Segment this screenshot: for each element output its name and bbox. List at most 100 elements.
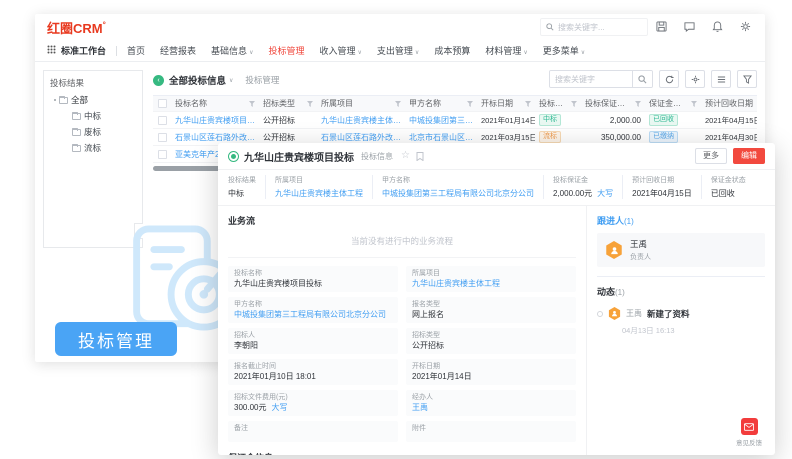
- col-header: 招标类型: [263, 98, 295, 109]
- tree-node-won[interactable]: 中标: [72, 110, 136, 122]
- filter-icon[interactable]: [249, 101, 255, 107]
- field-value: 2021年01月10日 18:01: [234, 371, 392, 382]
- row-checkbox[interactable]: [158, 133, 167, 142]
- tree-node-invalid[interactable]: 废标: [72, 126, 136, 138]
- nav-item-reports[interactable]: 经营报表: [160, 44, 196, 57]
- message-icon[interactable]: [683, 20, 695, 32]
- filter-icon[interactable]: [525, 101, 531, 107]
- tree-label: 全部: [71, 94, 88, 106]
- follower-card[interactable]: 王禹 负责人: [597, 233, 765, 267]
- tree-node-aborted[interactable]: 流标: [72, 142, 136, 154]
- nav-item-cost-budget[interactable]: 成本预算: [434, 44, 470, 57]
- project-link[interactable]: 九华山庄贵宾楼主体工程: [275, 188, 363, 199]
- col-header: 投标结果: [539, 98, 568, 109]
- filter-icon[interactable]: [395, 101, 401, 107]
- project-link[interactable]: 石景山区莲石路外改造工程: [321, 132, 401, 143]
- col-header: 甲方名称: [409, 98, 441, 109]
- bid-name-link[interactable]: 九华山庄贵宾楼项目投标: [175, 115, 255, 126]
- uppercase-link[interactable]: 大写: [271, 403, 287, 412]
- summary-strip: 投标结果 中标 所属项目 九华山庄贵宾楼主体工程 甲方名称 中城投集团第三工程局…: [218, 170, 775, 206]
- follower-name: 王禹: [630, 238, 651, 250]
- star-icon[interactable]: ☆: [401, 151, 410, 161]
- back-circle-icon[interactable]: ‹: [153, 75, 164, 86]
- gear-icon[interactable]: [739, 20, 751, 32]
- nav-item-more-menu[interactable]: 更多菜单∨: [543, 44, 585, 57]
- nav-label: 材料管理: [485, 46, 521, 56]
- workbench-label[interactable]: 标准工作台: [61, 44, 106, 57]
- party-link[interactable]: 中城投集团第三工程局有限公司北京分公司: [382, 188, 534, 199]
- filter-button[interactable]: [737, 70, 757, 88]
- nav-label: 更多菜单: [543, 46, 579, 56]
- row-checkbox[interactable]: [158, 150, 167, 159]
- uppercase-link[interactable]: 大写: [597, 189, 613, 198]
- summary-field: 投标结果 中标: [228, 175, 265, 199]
- field-value: 2,000.00元: [553, 189, 592, 198]
- feedback-widget[interactable]: 意见反馈: [736, 418, 762, 447]
- bid-name-link[interactable]: 石景山区莲石路外改造工程: [175, 132, 255, 143]
- field-value: 网上报名: [412, 309, 570, 320]
- filter-icon[interactable]: [635, 101, 641, 107]
- status-badge: 已回收: [649, 114, 678, 126]
- nav-item-home[interactable]: 首页: [127, 44, 145, 57]
- modal-header: 九华山庄贵宾楼项目投标 投标信息 ☆ 更多 编辑: [218, 143, 775, 170]
- folder-icon: [72, 145, 81, 152]
- nav-item-basic-info[interactable]: 基础信息∨: [211, 44, 253, 57]
- topbar: 红圈CRM°: [35, 14, 765, 40]
- refresh-button[interactable]: [659, 70, 679, 88]
- nav-item-expense[interactable]: 支出管理∨: [377, 44, 419, 57]
- activity-item: 王禹 新建了资料: [597, 307, 765, 320]
- table-row[interactable]: 九华山庄贵宾楼项目投标 公开招标 九华山庄贵宾楼主体工程 中城投集团第三工程局有…: [153, 112, 757, 129]
- filter-icon[interactable]: [307, 101, 313, 107]
- party-link[interactable]: 北京市石景山区住房和城...: [409, 132, 473, 143]
- filter-icon[interactable]: [691, 101, 697, 107]
- edit-button[interactable]: 编辑: [733, 148, 765, 164]
- chevron-down-icon: ∨: [523, 50, 527, 56]
- field-label: 附件: [412, 424, 570, 433]
- tree-node-all[interactable]: 全部: [54, 94, 136, 106]
- result-badge: 流标: [539, 131, 561, 143]
- field-label: 招标类型: [412, 331, 570, 340]
- global-search[interactable]: [540, 18, 648, 36]
- nav-item-income[interactable]: 收入管理∨: [319, 44, 361, 57]
- field-label: 招标文件费用(元): [234, 393, 392, 402]
- bookmark-icon[interactable]: [416, 152, 424, 161]
- search-icon[interactable]: [632, 71, 652, 87]
- more-button[interactable]: 更多: [695, 148, 727, 164]
- list-toolbar: ‹ 全部投标信息 ∨ 投标管理: [153, 69, 757, 91]
- nav-divider: [116, 46, 117, 56]
- party-link[interactable]: 中城投集团第三工程局有限公司北京分公司: [234, 309, 392, 320]
- chevron-down-icon: ∨: [229, 77, 233, 84]
- settings-button[interactable]: [685, 70, 705, 88]
- activity-title: 动态(1): [597, 285, 765, 298]
- row-checkbox[interactable]: [158, 116, 167, 125]
- bell-icon[interactable]: [711, 20, 723, 32]
- list-search[interactable]: [549, 70, 653, 88]
- field-tender-person: 招标人 李朝阳: [228, 328, 398, 354]
- list-search-input[interactable]: [550, 71, 632, 87]
- party-link[interactable]: 中城投集团第三工程局有...: [409, 115, 473, 126]
- field-value: 300.00元: [234, 403, 266, 412]
- view-selector[interactable]: 全部投标信息: [169, 73, 226, 87]
- field-label: 投标名称: [234, 269, 392, 278]
- apps-grid-icon[interactable]: [47, 45, 56, 56]
- field-value: 李朝阳: [234, 340, 392, 351]
- project-link[interactable]: 九华山庄贵宾楼主体工程: [321, 115, 401, 126]
- filter-icon[interactable]: [467, 101, 473, 107]
- status-badge: 已缴纳: [649, 131, 678, 143]
- filter-icon[interactable]: [571, 101, 577, 107]
- project-link[interactable]: 九华山庄贵宾楼主体工程: [412, 278, 570, 289]
- field-label: 投标保证金: [553, 175, 613, 185]
- save-icon[interactable]: [655, 20, 667, 32]
- logo-sup: °: [103, 20, 106, 29]
- nav-item-materials[interactable]: 材料管理∨: [485, 44, 527, 57]
- global-search-input[interactable]: [558, 23, 638, 32]
- field-project: 所属项目 九华山庄贵宾楼主体工程: [406, 266, 576, 292]
- page: 红圈CRM° 标准工作台 首页 经营报表 基础信息∨ 投标管理 收入管理∨ 支出…: [0, 0, 792, 459]
- nav-item-bidding[interactable]: 投标管理: [268, 44, 304, 57]
- breadcrumb: 投标管理: [245, 74, 279, 86]
- topbar-icons: [655, 20, 751, 32]
- handler-link[interactable]: 王禹: [412, 402, 570, 413]
- columns-button[interactable]: [711, 70, 731, 88]
- horizontal-scrollbar[interactable]: [153, 166, 221, 171]
- select-all-checkbox[interactable]: [158, 99, 167, 108]
